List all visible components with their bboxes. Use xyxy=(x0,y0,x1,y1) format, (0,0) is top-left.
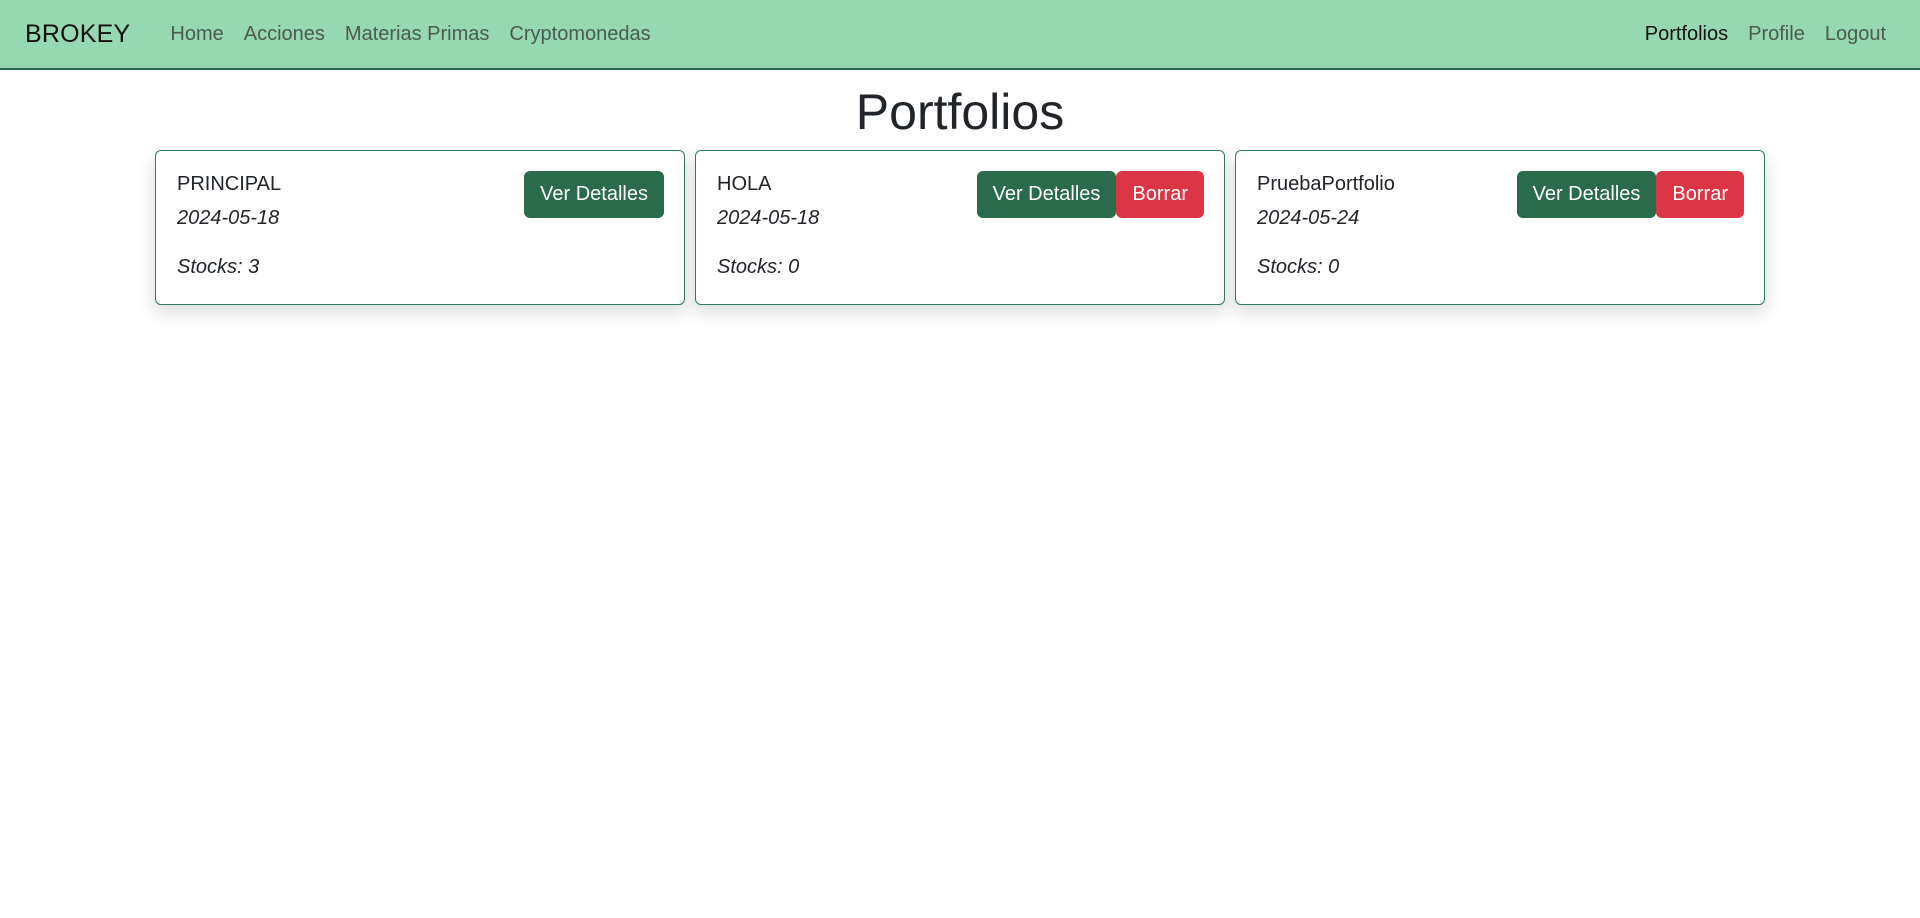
portfolio-card: HOLA 2024-05-18 Stocks: 0 Ver Detalles B… xyxy=(695,150,1225,305)
nav-left: BROKEY Home Acciones Materias Primas Cry… xyxy=(25,20,661,49)
nav-link-profile[interactable]: Profile xyxy=(1738,23,1815,46)
portfolio-card: PRINCIPAL 2024-05-18 Stocks: 3 Ver Detal… xyxy=(155,150,685,305)
portfolio-actions: Ver Detalles Borrar xyxy=(976,171,1204,218)
portfolio-stocks-count: Stocks: 3 xyxy=(177,256,260,278)
view-details-button[interactable]: Ver Detalles xyxy=(524,171,664,218)
brand-logo-link[interactable]: BROKEY xyxy=(25,20,130,49)
nav-right: Portfolios Profile Logout xyxy=(1635,23,1896,46)
nav-link-cryptomonedas[interactable]: Cryptomonedas xyxy=(499,23,660,46)
page-title: Portfolios xyxy=(855,84,1065,140)
top-navbar: BROKEY Home Acciones Materias Primas Cry… xyxy=(0,0,1920,70)
portfolio-stocks-count: Stocks: 0 xyxy=(1257,256,1340,278)
portfolio-card-list: PRINCIPAL 2024-05-18 Stocks: 3 Ver Detal… xyxy=(0,150,1920,305)
delete-button[interactable]: Borrar xyxy=(1656,171,1744,218)
view-details-button[interactable]: Ver Detalles xyxy=(1516,171,1657,218)
portfolio-stocks-count: Stocks: 0 xyxy=(717,256,800,278)
nav-link-acciones[interactable]: Acciones xyxy=(234,23,335,46)
nav-link-portfolios[interactable]: Portfolios xyxy=(1635,23,1738,46)
nav-link-materias-primas[interactable]: Materias Primas xyxy=(335,23,499,46)
view-details-button[interactable]: Ver Detalles xyxy=(976,171,1117,218)
portfolio-actions: Ver Detalles xyxy=(524,171,664,218)
portfolio-actions: Ver Detalles Borrar xyxy=(1516,171,1744,218)
portfolio-card: PruebaPortfolio 2024-05-24 Stocks: 0 Ver… xyxy=(1235,150,1765,305)
nav-link-logout[interactable]: Logout xyxy=(1815,23,1896,46)
delete-button[interactable]: Borrar xyxy=(1116,171,1204,218)
nav-link-home[interactable]: Home xyxy=(160,23,233,46)
